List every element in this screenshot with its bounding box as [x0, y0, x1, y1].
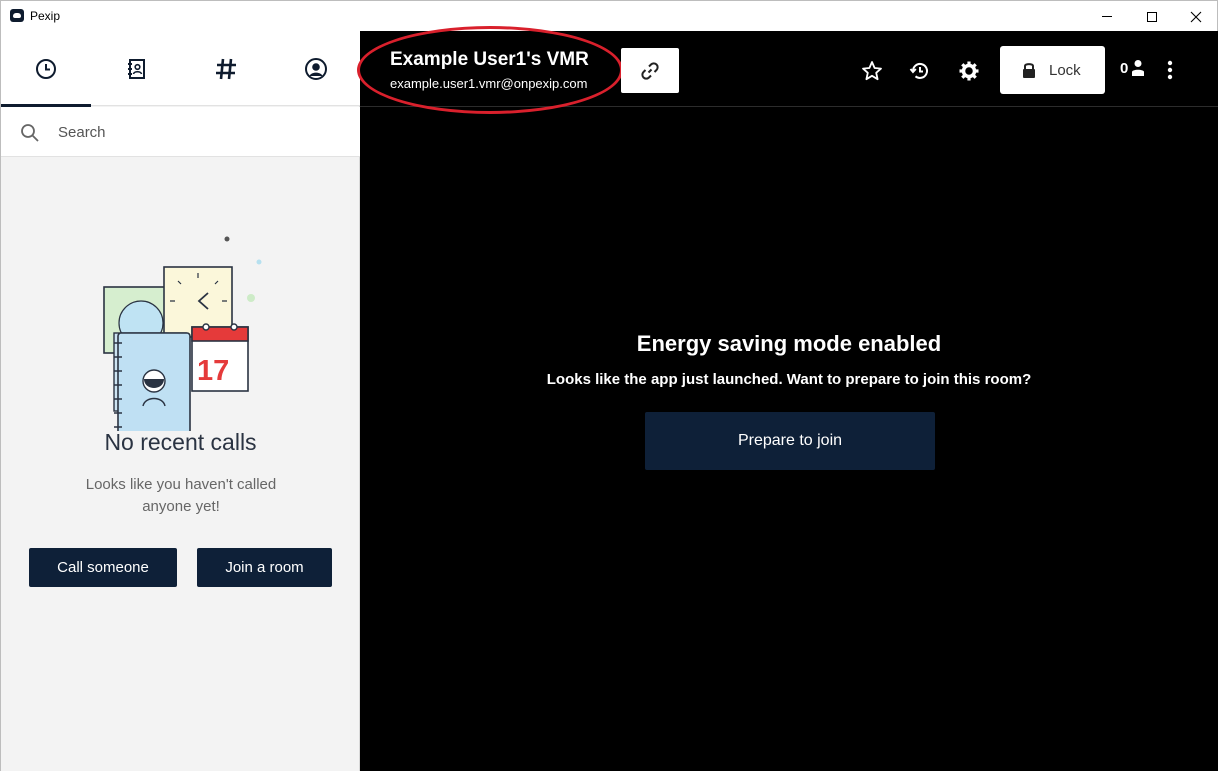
energy-saving-title: Energy saving mode enabled — [636, 331, 942, 356]
lock-button[interactable]: Lock — [1000, 46, 1105, 94]
settings-button[interactable] — [957, 59, 981, 83]
energy-saving-panel: Energy saving mode enabled Looks like th… — [360, 331, 1218, 388]
favorite-button[interactable] — [860, 59, 884, 83]
user-profile-icon — [305, 57, 327, 80]
star-icon — [862, 61, 882, 81]
copy-link-button[interactable] — [621, 48, 679, 93]
sidebar: 17 No recent calls Looks like you haven'… — [0, 31, 360, 771]
participants-button[interactable]: 0 — [1120, 59, 1145, 77]
history-icon — [909, 62, 928, 79]
prepare-to-join-button[interactable]: Prepare to join — [645, 412, 935, 470]
highlight-oval — [357, 26, 623, 114]
meeting-header: Example User1's VMR example.user1.vmr@on… — [357, 26, 1218, 114]
join-room-button[interactable]: Join a room — [197, 548, 332, 587]
window-title-bar[interactable]: Pexip — [0, 0, 1218, 31]
sidebar-tabs — [1, 31, 361, 107]
empty-state-title: No recent calls — [104, 429, 257, 455]
calendar-day: 17 — [197, 355, 229, 387]
close-window-button[interactable] — [1173, 1, 1218, 32]
participant-count: 0 — [1120, 59, 1129, 77]
history-button[interactable] — [908, 59, 932, 83]
maximize-icon — [1147, 11, 1157, 22]
pexip-app-icon — [10, 9, 24, 22]
empty-state-subtitle: Looks like you haven't called anyone yet… — [85, 476, 277, 515]
main-area: Example User1's VMR example.user1.vmr@on… — [357, 26, 1218, 771]
minimize-button[interactable] — [1084, 1, 1130, 32]
tab-rooms[interactable] — [181, 31, 271, 106]
close-icon — [1190, 11, 1202, 22]
search-icon — [21, 124, 39, 142]
lock-label: Lock — [1049, 61, 1081, 79]
tab-contacts[interactable] — [91, 31, 181, 106]
recent-calls-illustration: 17 — [103, 236, 262, 431]
contacts-book-icon — [128, 58, 145, 79]
window-title: Pexip — [30, 9, 61, 23]
more-options-button[interactable] — [1166, 59, 1174, 86]
search-input[interactable] — [58, 120, 338, 144]
call-someone-button[interactable]: Call someone — [29, 548, 177, 587]
hashtag-icon — [216, 58, 236, 79]
energy-saving-subtitle: Looks like the app just launched. Want t… — [546, 371, 1032, 388]
tab-recent[interactable] — [1, 31, 91, 107]
person-icon — [1132, 60, 1145, 76]
maximize-button[interactable] — [1129, 1, 1175, 32]
search-bar — [1, 107, 360, 157]
minimize-icon — [1102, 16, 1112, 17]
clock-icon — [36, 58, 56, 79]
kebab-menu-icon — [1167, 60, 1173, 80]
gear-icon — [959, 61, 979, 81]
tab-profile[interactable] — [271, 31, 361, 106]
lock-icon — [1023, 63, 1035, 78]
link-icon — [641, 61, 659, 80]
